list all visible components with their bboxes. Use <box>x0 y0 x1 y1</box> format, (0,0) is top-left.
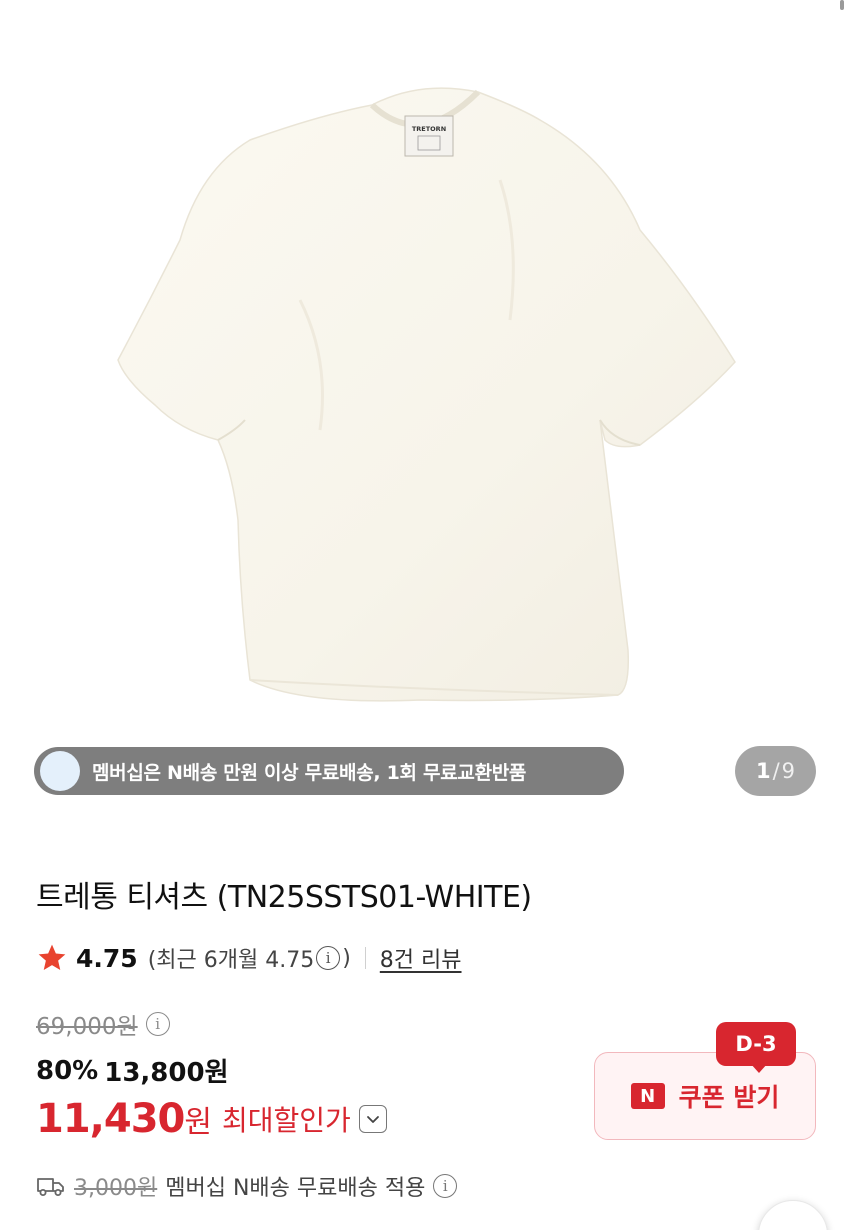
max-discount-price: 11,430 <box>36 1096 185 1142</box>
page-separator: / <box>772 759 780 783</box>
sale-price-row: 80% 13,800원 <box>36 1052 229 1089</box>
info-icon[interactable]: i <box>316 946 341 970</box>
membership-icon <box>40 751 80 791</box>
current-page: 1 <box>755 759 771 783</box>
naver-n-icon: N <box>630 1083 665 1109</box>
dday-badge-tail <box>750 1063 768 1073</box>
rating-recent-text: (최근 6개월 4.75 <box>147 948 315 973</box>
shipping-old-fee: 3,000원 <box>74 1176 158 1201</box>
rating-row: 4.75 (최근 6개월 4.75 i ) 8건 리뷰 <box>36 940 462 976</box>
membership-banner-text: 멤버십은 N배송 만원 이상 무료배송, 1회 무료교환반품 <box>92 761 527 784</box>
max-discount-unit: 원 <box>184 1105 212 1140</box>
rating-recent: (최근 6개월 4.75 i ) <box>148 942 351 974</box>
review-link[interactable]: 8건 리뷰 <box>380 942 462 974</box>
divider <box>364 947 366 969</box>
original-price-row: 69,000원 i <box>36 1008 172 1040</box>
truck-icon <box>37 1178 64 1196</box>
max-discount-toggle[interactable] <box>358 1105 387 1133</box>
rating-recent-close: ) <box>342 945 351 971</box>
shipping-row: 3,000원 멤버십 N배송 무료배송 적용 i <box>36 1170 459 1202</box>
max-discount-label: 최대할인가 <box>221 1104 351 1137</box>
svg-text:TRETORN: TRETORN <box>412 125 446 133</box>
tshirt-image: TRETORN <box>117 87 736 702</box>
total-pages: 9 <box>781 759 796 783</box>
rating-value: 4.75 <box>76 943 138 973</box>
star-icon <box>38 944 66 970</box>
chevron-down-icon <box>366 1116 379 1123</box>
shipping-text: 멤버십 N배송 무료배송 적용 <box>165 1176 426 1201</box>
dday-badge: D-3 <box>716 1022 796 1066</box>
image-page-counter: 1 / 9 <box>735 746 816 796</box>
coupon-label: 쿠폰 받기 <box>678 1083 780 1112</box>
product-title: 트레통 티셔츠 (TN25SSTS01-WHITE) <box>36 880 532 915</box>
product-image-gallery[interactable]: TRETORN 멤버십은 N배송 만원 이상 무료배송, 1회 무료교환반품 1… <box>0 0 850 820</box>
original-price: 69,000원 <box>36 1014 138 1040</box>
sale-price: 13,800원 <box>104 1058 229 1088</box>
max-discount-row: 11,430 원 최대할인가 <box>36 1096 387 1142</box>
floating-action-button[interactable] <box>758 1200 828 1230</box>
membership-banner[interactable]: 멤버십은 N배송 만원 이상 무료배송, 1회 무료교환반품 <box>34 747 624 795</box>
discount-rate: 80% <box>36 1055 99 1086</box>
info-icon[interactable]: i <box>433 1174 458 1198</box>
info-icon[interactable]: i <box>145 1012 170 1036</box>
